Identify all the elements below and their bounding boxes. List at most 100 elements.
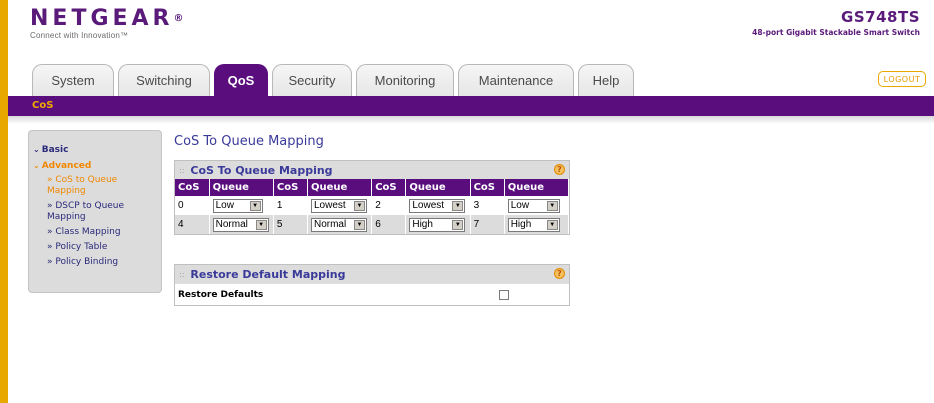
logout-button[interactable]: LOGOUT	[878, 71, 926, 87]
tab-qos[interactable]: QoS	[214, 64, 268, 96]
sub-navigation-bar: CoS	[8, 96, 934, 116]
queue-select[interactable]: Normal ▼	[310, 217, 367, 232]
chevron-down-icon: ⌄	[33, 161, 40, 170]
subnav-item-cos[interactable]: CoS	[32, 100, 53, 111]
restore-defaults-checkbox[interactable]	[499, 289, 509, 300]
panel-title: CoS To Queue Mapping	[190, 163, 333, 177]
column-header-queue: Queue	[307, 179, 373, 196]
collapse-handle-icon[interactable]: ::	[179, 270, 184, 279]
logo-text: NETGEAR	[30, 6, 174, 31]
restore-defaults-row: Restore Defaults	[175, 283, 569, 305]
left-border	[0, 0, 8, 403]
column-header-cos: CoS	[273, 179, 308, 196]
restore-defaults-label: Restore Defaults	[178, 289, 264, 300]
menu-advanced[interactable]: ⌄ Advanced	[33, 161, 157, 171]
menu-item-cos-to-queue-mapping[interactable]: » CoS to Queue Mapping	[33, 175, 143, 197]
column-header-queue: Queue	[209, 179, 274, 196]
queue-select-value: Low	[215, 200, 234, 211]
queue-select[interactable]: Normal ▼	[212, 217, 269, 232]
tab-switching[interactable]: Switching	[118, 64, 210, 96]
page-title: CoS To Queue Mapping	[174, 134, 324, 149]
tab-bar: System Switching QoS Security Monitoring…	[8, 55, 934, 96]
queue-select[interactable]: Low ▼	[507, 198, 560, 213]
column-header-queue: Queue	[504, 179, 570, 196]
logo-tagline: Connect with Innovation™	[30, 31, 129, 40]
logo-registered: ®	[173, 13, 184, 24]
queue-select-value: Low	[510, 200, 530, 211]
queue-select[interactable]: Lowest ▼	[409, 198, 466, 213]
menu-item-class-mapping[interactable]: » Class Mapping	[33, 227, 157, 238]
dropdown-arrow-icon: ▼	[249, 200, 261, 211]
menu-item-dscp-to-queue-mapping[interactable]: » DSCP to Queue Mapping	[33, 201, 143, 223]
panel-header: :: CoS To Queue Mapping ?	[175, 161, 569, 179]
queue-select-value: Lowest	[412, 200, 445, 211]
queue-select[interactable]: Low ▼	[212, 198, 263, 213]
help-icon[interactable]: ?	[554, 268, 565, 279]
queue-select[interactable]: High ▼	[409, 217, 466, 232]
cos-value: 4	[175, 215, 210, 234]
cos-value: 1	[273, 196, 308, 215]
column-header-cos: CoS	[175, 179, 210, 196]
column-header-queue: Queue	[405, 179, 471, 196]
queue-cell: Low ▼	[209, 196, 274, 215]
cos-value: 0	[175, 196, 210, 215]
dropdown-arrow-icon: ▼	[452, 200, 464, 211]
queue-select-value: Lowest	[313, 200, 346, 211]
dropdown-arrow-icon: ▼	[353, 219, 365, 230]
cos-value: 6	[371, 215, 407, 234]
column-header-cos: CoS	[470, 179, 505, 196]
table-row: 0 Low ▼ 1 Lowest ▼ 2 Lowest ▼ 3 Low ▼	[175, 196, 570, 215]
tab-system[interactable]: System	[32, 64, 114, 96]
queue-select-value: Normal	[313, 219, 347, 230]
help-icon[interactable]: ?	[554, 164, 565, 175]
panel-header: :: Restore Default Mapping ?	[175, 265, 569, 283]
menu-basic[interactable]: ⌄ Basic	[33, 145, 157, 155]
header-divider	[8, 116, 934, 124]
queue-cell: Normal ▼	[307, 215, 373, 234]
queue-select[interactable]: High ▼	[507, 217, 560, 232]
menu-basic-label: Basic	[41, 145, 69, 155]
dropdown-arrow-icon: ▼	[546, 219, 558, 230]
queue-select[interactable]: Lowest ▼	[310, 198, 367, 213]
collapse-handle-icon[interactable]: ::	[179, 166, 184, 175]
dropdown-arrow-icon: ▼	[452, 219, 464, 230]
dropdown-arrow-icon: ▼	[255, 219, 267, 230]
cos-value: 5	[273, 215, 308, 234]
cos-value: 3	[470, 196, 505, 215]
main-tabs: System Switching QoS Security Monitoring…	[32, 64, 634, 96]
product-info: GS748TS 48-port Gigabit Stackable Smart …	[752, 8, 920, 37]
queue-select-value: High	[510, 219, 532, 230]
netgear-logo: NETGEAR® Connect with Innovation™	[30, 6, 184, 41]
table-header-row: CoS Queue CoS Queue CoS Queue CoS Queue	[175, 179, 570, 196]
queue-cell: Lowest ▼	[307, 196, 373, 215]
column-header-cos: CoS	[371, 179, 407, 196]
dropdown-arrow-icon: ▼	[546, 200, 558, 211]
tab-maintenance[interactable]: Maintenance	[458, 64, 574, 96]
tab-security[interactable]: Security	[272, 64, 352, 96]
queue-cell: Low ▼	[504, 196, 570, 215]
side-menu: ⌄ Basic ⌄ Advanced » CoS to Queue Mapping …	[28, 130, 162, 293]
restore-default-mapping-panel: :: Restore Default Mapping ? Restore Def…	[174, 264, 570, 306]
product-model: GS748TS	[841, 8, 920, 26]
queue-select-value: High	[412, 219, 433, 230]
queue-cell: High ▼	[504, 215, 570, 234]
menu-item-policy-table[interactable]: » Policy Table	[33, 242, 157, 253]
queue-select-value: Normal	[215, 219, 248, 230]
page: NETGEAR® Connect with Innovation™ GS748T…	[0, 0, 934, 403]
tab-monitoring[interactable]: Monitoring	[356, 64, 454, 96]
menu-advanced-label: Advanced	[41, 161, 92, 171]
queue-cell: Normal ▼	[209, 215, 274, 234]
product-description: 48-port Gigabit Stackable Smart Switch	[752, 28, 920, 37]
panel-title: Restore Default Mapping	[190, 267, 346, 281]
chevron-down-icon: ⌄	[33, 145, 40, 154]
cos-queue-table: CoS Queue CoS Queue CoS Queue CoS Queue …	[175, 179, 570, 234]
table-row: 4 Normal ▼ 5 Normal ▼ 6 High ▼ 7 High ▼	[175, 215, 570, 234]
cos-value: 2	[371, 196, 407, 215]
tab-help[interactable]: Help	[578, 64, 634, 96]
queue-cell: Lowest ▼	[405, 196, 471, 215]
cos-to-queue-mapping-panel: :: CoS To Queue Mapping ? CoS Queue CoS …	[174, 160, 570, 235]
dropdown-arrow-icon: ▼	[353, 200, 365, 211]
cos-value: 7	[470, 215, 505, 234]
menu-item-policy-binding[interactable]: » Policy Binding	[33, 257, 157, 268]
queue-cell: High ▼	[405, 215, 471, 234]
